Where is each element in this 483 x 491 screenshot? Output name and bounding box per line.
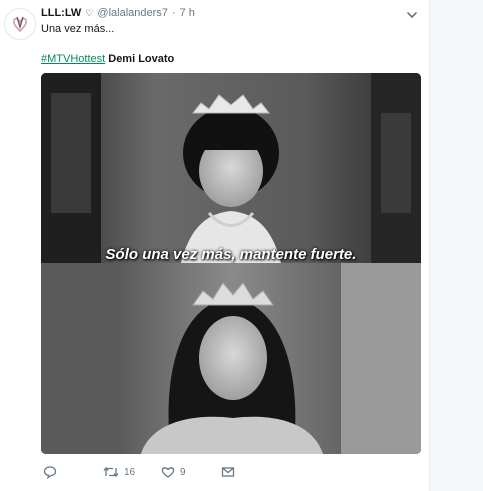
reply-icon	[43, 466, 57, 479]
direct-message-button[interactable]	[221, 462, 235, 482]
mention-text: Demi Lovato	[108, 53, 175, 65]
author-symbol: ♡	[85, 7, 94, 18]
timestamp[interactable]: 7 h	[180, 7, 195, 19]
reply-button[interactable]	[43, 462, 57, 482]
tweet-text-tags: #MTVHottest Demi Lovato	[41, 53, 174, 65]
heart-logo-icon	[12, 16, 28, 33]
photo-collage	[41, 73, 421, 454]
hashtag-link[interactable]: #MTVHottest	[41, 53, 105, 65]
retweet-button[interactable]: 16	[103, 462, 135, 482]
tweet-media-image[interactable]: Sólo una vez más, mantente fuerte.	[41, 73, 421, 454]
separator: ·	[171, 7, 176, 19]
tweet-card[interactable]: LLL:LW ♡ @lalalanders7 · 7 h Una vez más…	[0, 0, 430, 491]
chevron-down-icon[interactable]	[405, 8, 419, 22]
retweet-count: 16	[124, 466, 136, 478]
tweet-text: Una vez más...	[41, 23, 115, 35]
author-name[interactable]: LLL:LW	[41, 7, 81, 19]
like-count: 9	[180, 466, 186, 478]
author-handle[interactable]: @lalalanders7	[97, 7, 168, 19]
like-button[interactable]: 9	[161, 462, 186, 482]
retweet-icon	[103, 466, 119, 478]
envelope-icon	[221, 467, 235, 477]
image-caption: Sólo una vez más, mantente fuerte.	[105, 246, 357, 263]
tweet-header: LLL:LW ♡ @lalalanders7 · 7 h	[41, 5, 195, 21]
avatar[interactable]	[4, 8, 36, 40]
heart-icon	[161, 467, 175, 478]
background-strip	[430, 0, 483, 491]
tweet-actions: 16 9	[41, 462, 421, 482]
